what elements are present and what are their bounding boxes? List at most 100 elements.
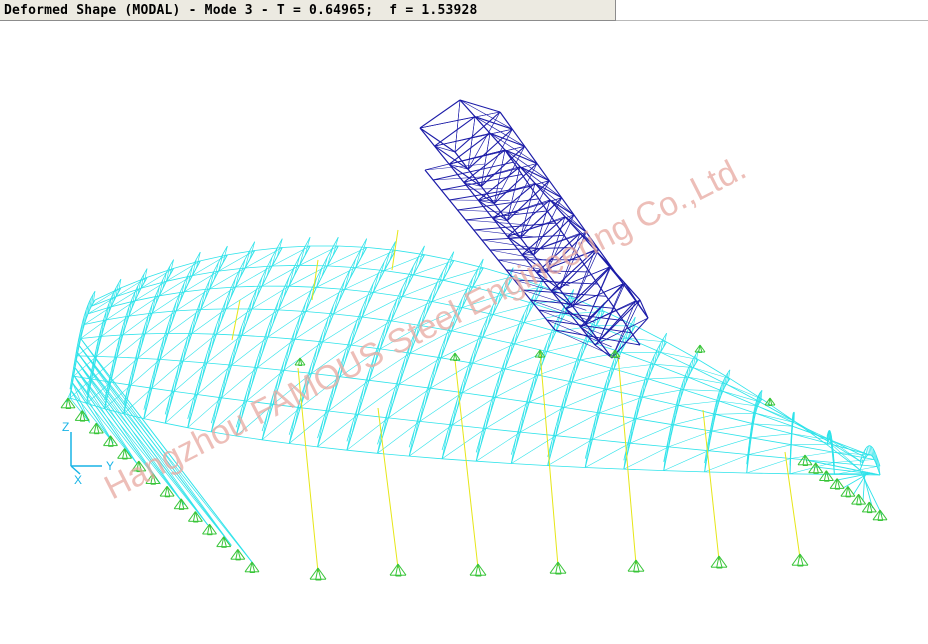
bracing-diagonal xyxy=(571,368,614,383)
window-title-tab[interactable]: Deformed Shape (MODAL) - Mode 3 - T = 0.… xyxy=(0,0,616,21)
bracing-diagonal xyxy=(715,412,756,415)
purlin-member xyxy=(241,334,268,338)
purlin-member xyxy=(579,359,615,370)
bracing-diagonal xyxy=(514,331,556,345)
tower-ring-member xyxy=(572,266,612,307)
bracing-diagonal xyxy=(350,320,392,346)
purlin-member xyxy=(206,362,232,366)
tower-cross-brace xyxy=(467,116,476,170)
support-marker-icon xyxy=(173,498,189,510)
column-member xyxy=(617,354,637,565)
purlin-member xyxy=(620,351,655,365)
support-marker-icon xyxy=(145,473,161,485)
purlin-member xyxy=(585,467,624,470)
purlin-member xyxy=(636,418,674,426)
purlin-member xyxy=(563,407,600,414)
purlin-member xyxy=(546,351,581,361)
purlin-member xyxy=(272,264,300,267)
web-diagonal xyxy=(322,402,329,429)
purlin-member xyxy=(245,265,273,269)
purlin-member xyxy=(262,439,290,444)
purlin-member xyxy=(431,301,463,308)
support-marker-icon xyxy=(309,567,327,581)
bracing-diagonal xyxy=(391,301,433,322)
purlin-member xyxy=(753,423,792,435)
purlin-member xyxy=(794,420,828,446)
purlin-member xyxy=(485,428,521,433)
support-marker-icon xyxy=(791,553,809,567)
purlin-member xyxy=(462,307,493,315)
bracing-diagonal xyxy=(328,380,370,412)
purlin-member xyxy=(357,414,389,419)
purlin-member xyxy=(216,333,242,336)
purlin-member xyxy=(251,308,279,311)
purlin-member xyxy=(409,455,443,460)
purlin-member xyxy=(555,435,593,440)
web-diagonal xyxy=(866,446,869,455)
tower-diagonal xyxy=(580,299,641,328)
web-diagonal xyxy=(244,250,251,269)
bracing-diagonal xyxy=(708,437,752,451)
bracing-diagonal xyxy=(547,439,593,466)
purlin-member xyxy=(350,344,381,350)
bracing-diagonal xyxy=(660,352,699,360)
purlin-member xyxy=(305,311,334,315)
bracing-diagonal xyxy=(791,443,832,445)
purlin-member xyxy=(151,387,175,392)
support-marker-icon xyxy=(549,561,567,575)
roof-truss-mesh xyxy=(65,237,883,567)
purlin-member xyxy=(211,431,237,437)
support-marker-icon xyxy=(389,563,407,577)
bracing-diagonal xyxy=(563,389,607,408)
purlin-member xyxy=(514,343,548,352)
bracing-diagonal xyxy=(678,400,720,406)
purlin-member xyxy=(187,427,212,433)
gable-diagonal xyxy=(79,345,209,526)
web-diagonal xyxy=(267,395,274,423)
purlin-member xyxy=(502,294,534,305)
tower-diagonal xyxy=(519,166,562,199)
purlin-member xyxy=(96,356,117,358)
web-diagonal xyxy=(357,388,364,415)
bracing-diagonal xyxy=(613,363,655,370)
bracing-diagonal xyxy=(623,446,669,470)
purlin-member xyxy=(704,471,747,474)
bracing-diagonal xyxy=(642,389,684,398)
purlin-member xyxy=(267,336,295,340)
gable-diagonal xyxy=(76,360,209,526)
bracing-diagonal xyxy=(704,454,750,473)
purlin-member xyxy=(257,367,284,371)
web-diagonal xyxy=(382,409,389,436)
tower-diagonal xyxy=(474,116,525,147)
support-marker-icon xyxy=(244,561,260,573)
purlin-member xyxy=(746,472,791,475)
purlin-member xyxy=(538,374,573,383)
purlin-member xyxy=(421,325,452,332)
bracing-diagonal xyxy=(143,391,175,419)
purlin-member xyxy=(377,452,410,457)
purlin-member xyxy=(137,357,161,360)
purlin-member xyxy=(442,458,477,462)
support-marker-icon xyxy=(294,357,306,366)
purlin-member xyxy=(472,362,505,370)
purlin-member xyxy=(623,468,664,471)
purlin-member xyxy=(346,449,378,454)
purlin-member xyxy=(711,430,752,439)
tower-ring-member xyxy=(536,232,581,274)
bracing-diagonal xyxy=(711,423,754,432)
bracing-diagonal xyxy=(151,360,184,389)
purlin-member xyxy=(451,330,483,338)
web-diagonal xyxy=(826,435,828,443)
top-chord-member xyxy=(865,446,868,449)
top-chord-member xyxy=(249,241,256,251)
model-viewport[interactable]: Z Y X xyxy=(0,22,928,644)
purlin-member xyxy=(333,313,363,318)
purlin-member xyxy=(328,410,359,415)
purlin-member xyxy=(143,418,166,424)
purlin-member xyxy=(511,463,548,466)
tower-diagonal xyxy=(478,182,536,201)
web-diagonal xyxy=(271,247,278,267)
purlin-member xyxy=(159,359,184,362)
support-marker-icon xyxy=(469,563,487,577)
purlin-member xyxy=(628,337,661,353)
